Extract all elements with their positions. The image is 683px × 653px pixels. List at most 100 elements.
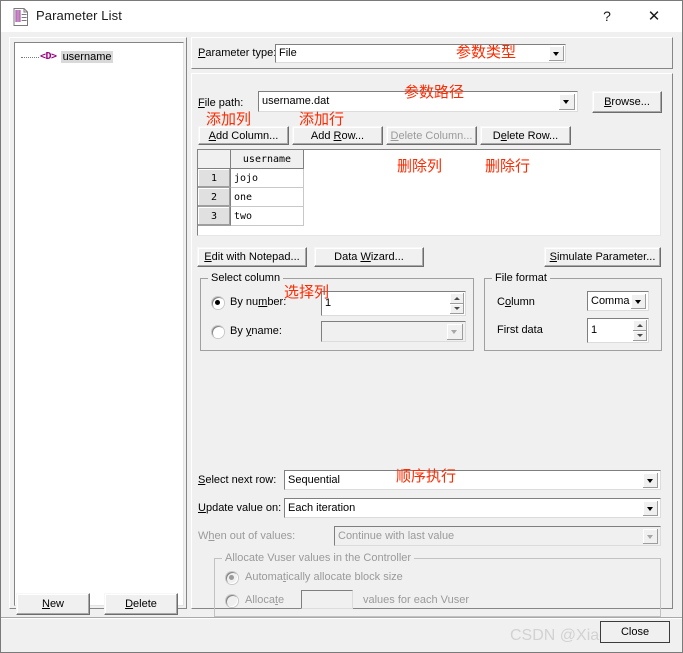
add-row-rest: ow... <box>341 130 365 142</box>
grid-cell[interactable]: jojo <box>230 168 304 188</box>
spinner-up-icon[interactable] <box>450 293 464 304</box>
parameter-list-icon <box>13 8 28 26</box>
row-header[interactable]: 2 <box>198 187 231 207</box>
select-next-row-combo[interactable]: Sequential <box>284 470 661 490</box>
chevron-down-icon[interactable] <box>549 46 564 61</box>
by-name-label: By yname: <box>230 325 282 337</box>
parameter-list-window: Parameter List ? ✕ <D> username New Dele… <box>0 0 683 653</box>
by-number-label: By number: <box>230 296 287 308</box>
parameter-data-grid[interactable]: username 1 jojo 2 one 3 two <box>197 149 661 236</box>
add-row-button[interactable]: Add Row... <box>292 126 383 145</box>
row-header[interactable]: 3 <box>198 206 231 226</box>
allocate-group-title: Allocate Vuser values in the Controller <box>222 552 415 564</box>
parameter-details-panel: File path: username.dat Browse... Add Co… <box>191 73 673 617</box>
parameter-type-label: Parameter type: <box>198 47 277 59</box>
select-next-row-label: Select next row: <box>198 474 277 486</box>
window-title: Parameter List <box>36 8 122 23</box>
tree-item-username[interactable]: <D> username <box>21 49 114 64</box>
title-bar: Parameter List ? ✕ <box>1 1 682 32</box>
simulate-parameter-button[interactable]: Simulate Parameter... <box>544 247 661 267</box>
data-wizard-rest: izard... <box>370 251 404 263</box>
tree-item-label: username <box>60 50 114 63</box>
grid-corner-cell <box>198 150 231 169</box>
parameter-type-panel: Parameter type: File <box>191 37 673 69</box>
browse-button[interactable]: Browse... <box>592 91 662 113</box>
delete-row-button[interactable]: Delete Row... <box>480 126 571 145</box>
first-data-spinner[interactable] <box>633 320 647 341</box>
chevron-down-icon <box>447 324 463 340</box>
parameter-tree[interactable]: <D> username <box>14 42 184 606</box>
allocate-label: Allocate <box>245 594 285 606</box>
edit-with-notepad-button[interactable]: Edit with Notepad... <box>197 247 307 267</box>
select-column-group-title: Select column <box>208 272 284 284</box>
update-value-on-value: Each iteration <box>288 502 356 514</box>
chevron-down-icon[interactable] <box>643 501 658 516</box>
column-format-label: Column <box>497 296 535 308</box>
parameter-tree-panel: <D> username <box>9 37 187 609</box>
chevron-down-icon[interactable] <box>559 94 575 110</box>
simulate-rest: imulate Parameter... <box>556 251 656 263</box>
by-number-spinner[interactable] <box>450 293 464 314</box>
update-value-on-label: Update value on: <box>198 502 282 514</box>
add-column-button[interactable]: Add Column... <box>198 126 289 145</box>
parameter-data-table: username 1 jojo 2 one 3 two <box>198 150 304 226</box>
delete-parameter-button[interactable]: Delete <box>104 593 178 615</box>
select-column-group: Select column By number: 1 By yname: <box>200 272 474 351</box>
delete-row-pre: D <box>492 130 501 142</box>
file-format-group: File format Column Comma First data 1 <box>484 272 662 351</box>
first-data-input[interactable]: 1 <box>587 318 649 343</box>
chevron-down-icon[interactable] <box>643 473 658 488</box>
delete-button-rest: elete <box>133 598 157 610</box>
update-value-on-combo[interactable]: Each iteration <box>284 498 661 518</box>
by-number-value: 1 <box>325 297 332 309</box>
when-out-of-values-value: Continue with last value <box>338 530 455 542</box>
delete-row-rest: lete Row... <box>506 130 559 142</box>
grid-column-header-username[interactable]: username <box>230 150 304 169</box>
footer-divider <box>1 617 682 619</box>
browse-label-rest: rowse... <box>611 96 650 108</box>
allocate-count-input <box>301 590 353 609</box>
new-button-rest: ew <box>49 598 64 610</box>
delete-column-button: Delete Column... <box>386 126 477 145</box>
file-path-value: username.dat <box>262 95 330 107</box>
by-number-radio[interactable] <box>212 297 224 309</box>
table-row[interactable]: 3 two <box>198 206 304 226</box>
when-out-of-values-combo: Continue with last value <box>334 526 661 546</box>
tree-connector-icon <box>21 57 39 58</box>
spinner-down-icon[interactable] <box>633 330 647 341</box>
table-row[interactable]: 2 one <box>198 187 304 207</box>
by-number-input[interactable]: 1 <box>321 291 466 316</box>
by-name-radio[interactable] <box>212 326 224 338</box>
spinner-down-icon[interactable] <box>450 303 464 314</box>
table-row[interactable]: 1 jojo <box>198 168 304 188</box>
manual-allocate-radio <box>226 595 238 607</box>
grid-header-row: username <box>198 150 304 169</box>
help-button[interactable]: ? <box>587 1 627 31</box>
file-path-label: File path: <box>198 97 244 109</box>
grid-cell[interactable]: one <box>230 187 304 207</box>
data-wizard-pre: Data <box>334 251 361 263</box>
close-window-button[interactable]: ✕ <box>634 1 674 31</box>
column-format-value: Comma <box>591 295 630 307</box>
add-column-rest: dd Column... <box>215 130 279 142</box>
new-parameter-button[interactable]: New <box>16 593 90 615</box>
parameter-type-value: File <box>279 47 297 59</box>
data-wizard-button[interactable]: Data Wizard... <box>314 247 424 267</box>
chevron-down-icon <box>643 529 658 544</box>
delete-column-rest: elete Column... <box>398 130 473 142</box>
row-header[interactable]: 1 <box>198 168 231 188</box>
grid-cell[interactable]: two <box>230 206 304 226</box>
first-data-label: First data <box>497 324 543 336</box>
close-button[interactable]: Close <box>600 621 670 643</box>
allocate-suffix-label: values for each Vuser <box>363 594 469 606</box>
first-data-value: 1 <box>591 324 598 336</box>
auto-allocate-radio <box>226 572 238 584</box>
chevron-down-icon[interactable] <box>631 294 646 309</box>
spinner-up-icon[interactable] <box>633 320 647 331</box>
auto-allocate-label: Automatically allocate block size <box>245 571 403 583</box>
allocate-vuser-group: Allocate Vuser values in the Controller … <box>214 552 661 617</box>
by-name-combo <box>321 321 466 342</box>
column-format-combo[interactable]: Comma <box>587 291 649 311</box>
file-path-combo[interactable]: username.dat <box>258 91 578 112</box>
parameter-type-combo[interactable]: File <box>275 44 566 63</box>
